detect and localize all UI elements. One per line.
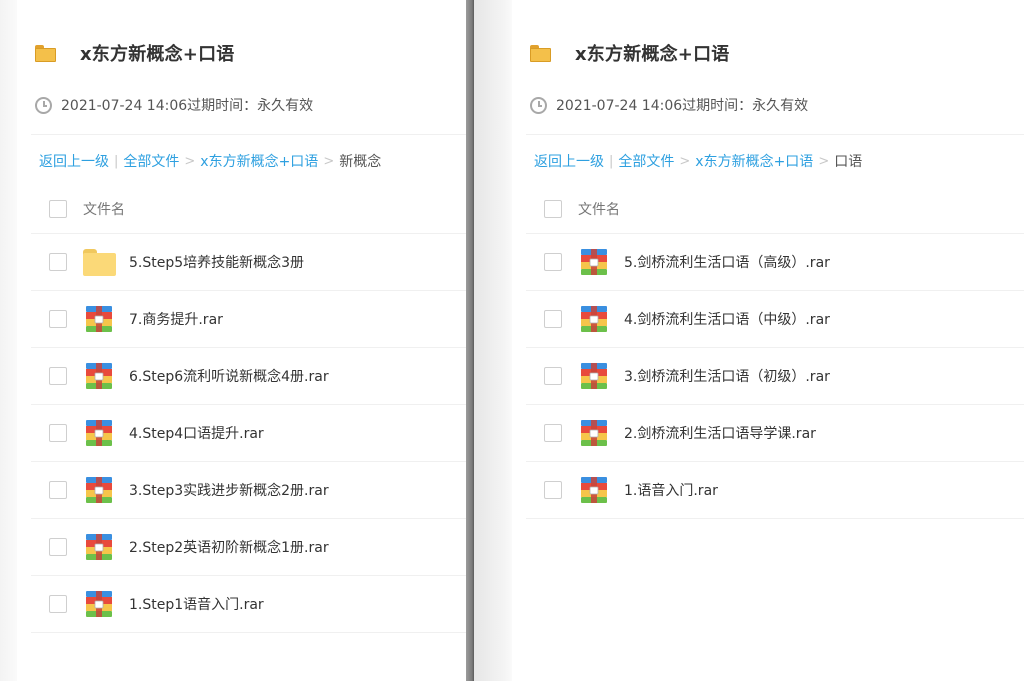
file-row[interactable]: 5.剑桥流利生活口语（高级）.rar	[526, 234, 1024, 291]
rar-archive-icon	[82, 532, 116, 562]
row-checkbox[interactable]	[49, 481, 67, 499]
row-checkbox[interactable]	[49, 310, 67, 328]
row-checkbox[interactable]	[544, 367, 562, 385]
row-checkbox[interactable]	[544, 424, 562, 442]
file-row[interactable]: 3.剑桥流利生活口语（初级）.rar	[526, 348, 1024, 405]
file-name[interactable]: 5.剑桥流利生活口语（高级）.rar	[624, 252, 830, 272]
chevron-right-icon: >	[818, 153, 830, 169]
rar-archive-icon	[82, 418, 116, 448]
select-all-checkbox[interactable]	[49, 199, 67, 218]
breadcrumb-current: 口语	[834, 154, 863, 170]
clock-icon	[530, 96, 547, 114]
row-checkbox[interactable]	[49, 367, 67, 385]
screenshot-stage: x东方新概念+口语 2021-07-24 14:06过期时间：永久有效 返回上一…	[0, 0, 1024, 681]
breadcrumb-bar-separator: |	[609, 153, 614, 169]
row-checkbox[interactable]	[49, 538, 67, 556]
row-checkbox[interactable]	[49, 253, 67, 271]
breadcrumb-bar-separator: |	[114, 153, 119, 169]
file-name[interactable]: 3.剑桥流利生活口语（初级）.rar	[624, 366, 830, 386]
share-meta: 2021-07-24 14:06过期时间：永久有效	[530, 94, 808, 116]
file-list: 5.剑桥流利生活口语（高级）.rar 4.剑桥流利生活口语（中级）.rar 3.剑桥…	[526, 234, 1024, 519]
file-row[interactable]: 2.Step2英语初阶新概念1册.rar	[31, 519, 466, 576]
file-row[interactable]: 4.Step4口语提升.rar	[31, 405, 466, 462]
row-checkbox[interactable]	[544, 481, 562, 499]
rar-archive-icon	[82, 475, 116, 505]
divider	[31, 134, 466, 135]
folder-icon	[82, 247, 116, 277]
file-name[interactable]: 1.Step1语音入门.rar	[129, 594, 264, 614]
folder-icon	[35, 44, 56, 62]
rar-archive-icon	[577, 361, 611, 391]
file-row[interactable]: 3.Step3实践进步新概念2册.rar	[31, 462, 466, 519]
file-row[interactable]: 2.剑桥流利生活口语导学课.rar	[526, 405, 1024, 462]
file-name[interactable]: 2.剑桥流利生活口语导学课.rar	[624, 423, 816, 443]
breadcrumb: 返回上一级 | 全部文件 > x东方新概念+口语 > 口语	[534, 150, 862, 172]
rar-archive-icon	[577, 304, 611, 334]
share-title: x东方新概念+口语	[80, 44, 235, 65]
rar-archive-icon	[82, 361, 116, 391]
share-meta-text: 2021-07-24 14:06过期时间：永久有效	[556, 98, 809, 114]
rar-archive-icon	[82, 304, 116, 334]
file-name[interactable]: 6.Step6流利听说新概念4册.rar	[129, 366, 329, 386]
file-list-header: 文件名	[31, 184, 466, 234]
row-checkbox[interactable]	[49, 424, 67, 442]
breadcrumb-parent-link[interactable]: x东方新概念+口语	[200, 151, 318, 171]
chevron-right-icon: >	[679, 153, 691, 169]
file-list-header: 文件名	[526, 184, 1024, 234]
select-all-checkbox[interactable]	[544, 199, 562, 218]
share-header: x东方新概念+口语	[35, 40, 235, 66]
share-panel-left: x东方新概念+口语 2021-07-24 14:06过期时间：永久有效 返回上一…	[17, 0, 466, 681]
file-row[interactable]: 7.商务提升.rar	[31, 291, 466, 348]
row-checkbox[interactable]	[544, 310, 562, 328]
file-name[interactable]: 2.Step2英语初阶新概念1册.rar	[129, 537, 329, 557]
share-meta-text: 2021-07-24 14:06过期时间：永久有效	[61, 98, 314, 114]
breadcrumb-back-link[interactable]: 返回上一级	[534, 151, 604, 171]
share-title: x东方新概念+口语	[575, 44, 730, 65]
breadcrumb-current: 新概念	[339, 154, 382, 170]
file-name[interactable]: 4.Step4口语提升.rar	[129, 423, 264, 443]
file-row[interactable]: 6.Step6流利听说新概念4册.rar	[31, 348, 466, 405]
row-checkbox[interactable]	[544, 253, 562, 271]
rar-archive-icon	[577, 475, 611, 505]
file-name[interactable]: 7.商务提升.rar	[129, 309, 223, 329]
file-name[interactable]: 5.Step5培养技能新概念3册	[129, 252, 304, 272]
rar-archive-icon	[577, 418, 611, 448]
clock-icon	[35, 96, 52, 114]
file-list: 5.Step5培养技能新概念3册 7.商务提升.rar 6.Step6流利听说新概念…	[31, 234, 466, 633]
breadcrumb-parent-link[interactable]: x东方新概念+口语	[695, 151, 813, 171]
column-header-filename: 文件名	[83, 201, 125, 218]
file-row[interactable]: 4.剑桥流利生活口语（中级）.rar	[526, 291, 1024, 348]
chevron-right-icon: >	[184, 153, 196, 169]
share-header: x东方新概念+口语	[530, 40, 730, 66]
chevron-right-icon: >	[323, 153, 335, 169]
folder-icon	[530, 44, 551, 62]
file-name[interactable]: 4.剑桥流利生活口语（中级）.rar	[624, 309, 830, 329]
share-meta: 2021-07-24 14:06过期时间：永久有效	[35, 94, 313, 116]
rar-archive-icon	[577, 247, 611, 277]
column-header-filename: 文件名	[578, 201, 620, 218]
file-row[interactable]: 1.语音入门.rar	[526, 462, 1024, 519]
file-row[interactable]: 1.Step1语音入门.rar	[31, 576, 466, 633]
breadcrumb-all-files-link[interactable]: 全部文件	[123, 151, 179, 171]
rar-archive-icon	[82, 589, 116, 619]
share-panel-right: x东方新概念+口语 2021-07-24 14:06过期时间：永久有效 返回上一…	[512, 0, 1024, 681]
divider	[526, 134, 1024, 135]
row-checkbox[interactable]	[49, 595, 67, 613]
file-row[interactable]: 5.Step5培养技能新概念3册	[31, 234, 466, 291]
breadcrumb-all-files-link[interactable]: 全部文件	[618, 151, 674, 171]
file-name[interactable]: 1.语音入门.rar	[624, 480, 718, 500]
breadcrumb-back-link[interactable]: 返回上一级	[39, 151, 109, 171]
breadcrumb: 返回上一级 | 全部文件 > x东方新概念+口语 > 新概念	[39, 150, 381, 172]
file-name[interactable]: 3.Step3实践进步新概念2册.rar	[129, 480, 329, 500]
